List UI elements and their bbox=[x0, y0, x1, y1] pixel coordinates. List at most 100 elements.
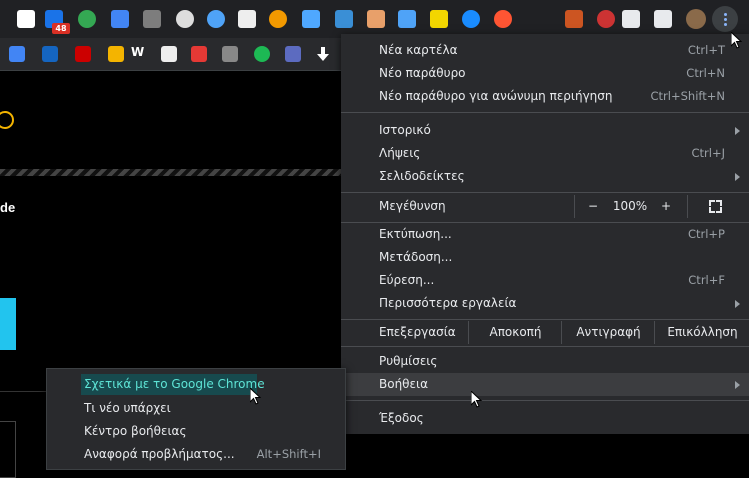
menu-item-label: Λήψεις bbox=[379, 146, 421, 160]
avatar[interactable] bbox=[686, 9, 706, 29]
extensions-toolbar: 48 bbox=[0, 0, 749, 38]
menu-item-label: Εύρεση... bbox=[379, 273, 435, 287]
zoom-divider bbox=[574, 195, 575, 218]
menu-item-shortcut: Ctrl+T bbox=[687, 43, 725, 57]
ublock-icon[interactable] bbox=[143, 10, 161, 28]
menu-item-label: Νέο παράθυρο για ανώνυμη περιήγηση bbox=[379, 89, 613, 103]
m-news-icon[interactable] bbox=[42, 46, 58, 62]
menu-item-more-tools[interactable]: Περισσότερα εργαλεία bbox=[341, 292, 749, 315]
menu-item-label: Ρυθμίσεις bbox=[379, 354, 438, 368]
menu-item-bookmarks[interactable]: Σελιδοδείκτες bbox=[341, 165, 749, 188]
menu-item-label: Περισσότερα εργαλεία bbox=[379, 296, 517, 310]
euro-icon[interactable] bbox=[191, 46, 207, 62]
zoom-in-button[interactable]: + bbox=[653, 195, 679, 218]
google-translate-icon[interactable] bbox=[111, 10, 129, 28]
b-circle-icon[interactable] bbox=[494, 10, 512, 28]
submenu-item-label: Αναφορά προβλήματος... bbox=[84, 447, 235, 461]
fullscreen-icon[interactable] bbox=[709, 200, 722, 213]
u-red-icon[interactable] bbox=[75, 46, 91, 62]
zoom-divider bbox=[687, 195, 688, 218]
menu-item-label: Νέο παράθυρο bbox=[379, 66, 466, 80]
cut-button[interactable]: Αποκοπή bbox=[468, 321, 562, 344]
menu-item-incognito-window[interactable]: Νέο παράθυρο για ανώνυμη περιήγηση Ctrl+… bbox=[341, 85, 749, 108]
red-circle-icon[interactable] bbox=[597, 10, 615, 28]
globe-icon[interactable] bbox=[269, 10, 287, 28]
menu-item-find[interactable]: Εύρεση... Ctrl+F bbox=[341, 269, 749, 292]
menu-item-print[interactable]: Εκτύπωση... Ctrl+P bbox=[341, 223, 749, 246]
submenu-item-label: Τι νέο υπάρχει bbox=[84, 401, 171, 415]
google-translate-icon[interactable] bbox=[9, 46, 25, 62]
menu-item-cast[interactable]: Μετάδοση... bbox=[341, 246, 749, 269]
window-icon[interactable] bbox=[238, 10, 256, 28]
paste-button[interactable]: Επικόλληση bbox=[654, 321, 749, 344]
copy-button[interactable]: Αντιγραφή bbox=[561, 321, 655, 344]
submenu-item-help-center[interactable]: Κέντρο βοήθειας bbox=[47, 420, 345, 443]
submenu-item-whats-new[interactable]: Τι νέο υπάρχει bbox=[47, 397, 345, 420]
menu-item-label: Εκτύπωση... bbox=[379, 227, 452, 241]
hatched-divider bbox=[0, 169, 345, 176]
submenu-arrow-icon bbox=[735, 127, 740, 135]
menu-item-new-tab[interactable]: Νέα καρτέλα Ctrl+T bbox=[341, 39, 749, 62]
gear-square-icon[interactable] bbox=[222, 46, 238, 62]
menu-separator bbox=[341, 112, 749, 113]
menu-item-shortcut: Ctrl+F bbox=[688, 273, 725, 287]
download-arrow-icon[interactable] bbox=[315, 46, 331, 62]
search-icon[interactable] bbox=[0, 111, 14, 129]
menu-separator bbox=[341, 400, 749, 401]
menu-item-label: Σελιδοδείκτες bbox=[379, 169, 465, 183]
menu-item-label: Ιστορικό bbox=[379, 123, 431, 137]
m-app-icon[interactable] bbox=[302, 10, 320, 28]
spotify-icon[interactable] bbox=[254, 46, 270, 62]
chess-icon[interactable] bbox=[161, 46, 177, 62]
notification-badge: 48 bbox=[52, 23, 70, 34]
doc-icon[interactable] bbox=[108, 46, 124, 62]
a-circle-icon[interactable] bbox=[207, 10, 225, 28]
s-app-icon[interactable] bbox=[176, 10, 194, 28]
submenu-item-label: Σχετικά με το Google Chrome bbox=[84, 377, 265, 391]
menu-item-exit[interactable]: Έξοδος bbox=[341, 407, 749, 430]
chrome-menu-button[interactable] bbox=[712, 6, 738, 32]
submenu-arrow-icon bbox=[735, 300, 740, 308]
shazam-icon[interactable] bbox=[462, 10, 480, 28]
zoom-level: 100% bbox=[612, 199, 648, 213]
box-face-icon[interactable] bbox=[367, 10, 385, 28]
menu-item-edit: Επεξεργασία Αποκοπή Αντιγραφή Επικόλληση bbox=[341, 321, 749, 344]
tv-icon[interactable] bbox=[565, 10, 583, 28]
menu-item-new-window[interactable]: Νέο παράθυρο Ctrl+N bbox=[341, 62, 749, 85]
zoom-label: Μεγέθυνση bbox=[379, 199, 446, 213]
menu-item-shortcut: Ctrl+Shift+N bbox=[650, 89, 725, 103]
menu-item-label: Νέα καρτέλα bbox=[379, 43, 458, 57]
puzzle-icon[interactable] bbox=[622, 10, 640, 28]
page-panel bbox=[0, 421, 16, 478]
menu-item-shortcut: Ctrl+N bbox=[686, 66, 725, 80]
submenu-item-shortcut: Alt+Shift+I bbox=[256, 447, 321, 461]
menu-dot-icon bbox=[724, 23, 727, 26]
chevron-logo-icon[interactable] bbox=[285, 46, 301, 62]
submenu-item-report-issue[interactable]: Αναφορά προβλήματος... Alt+Shift+I bbox=[47, 443, 345, 466]
w-icon[interactable]: W bbox=[131, 45, 144, 59]
d-app-icon[interactable] bbox=[78, 10, 96, 28]
menu-separator bbox=[341, 319, 749, 320]
network-icon[interactable] bbox=[398, 10, 416, 28]
menu-item-shortcut: Ctrl+P bbox=[687, 227, 725, 241]
help-submenu: Σχετικά με το Google Chrome Τι νέο υπάρχ… bbox=[46, 368, 346, 470]
zoom-out-button[interactable]: − bbox=[579, 195, 607, 218]
r-app-icon[interactable] bbox=[17, 10, 35, 28]
menu-item-label: Έξοδος bbox=[379, 411, 424, 425]
chrome-main-menu: Νέα καρτέλα Ctrl+T Νέο παράθυρο Ctrl+N Ν… bbox=[341, 34, 749, 434]
page-button[interactable] bbox=[0, 298, 16, 350]
edit-label: Επεξεργασία bbox=[379, 325, 456, 339]
submenu-item-about-chrome[interactable]: Σχετικά με το Google Chrome bbox=[47, 373, 345, 396]
playlist-icon[interactable] bbox=[654, 10, 672, 28]
submenu-arrow-icon bbox=[735, 381, 740, 389]
menu-item-settings[interactable]: Ρυθμίσεις bbox=[341, 350, 749, 373]
menu-separator bbox=[341, 346, 749, 347]
menu-dot-icon bbox=[724, 18, 727, 21]
send-arrow-icon[interactable] bbox=[335, 10, 353, 28]
menu-item-help[interactable]: Βοήθεια bbox=[341, 373, 749, 396]
menu-item-history[interactable]: Ιστορικό bbox=[341, 119, 749, 142]
menu-item-shortcut: Ctrl+J bbox=[691, 146, 726, 160]
menu-item-label: Μετάδοση... bbox=[379, 250, 453, 264]
yellow-square-icon[interactable] bbox=[430, 10, 448, 28]
menu-item-downloads[interactable]: Λήψεις Ctrl+J bbox=[341, 142, 749, 165]
